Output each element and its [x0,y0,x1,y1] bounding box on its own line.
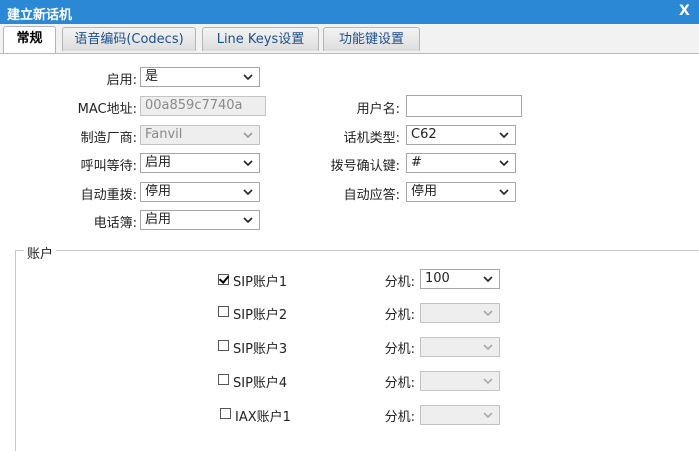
chevron-down-icon [243,156,253,170]
username-input[interactable] [406,95,522,117]
general-tab-content: 启用: 是 MAC地址: 00a859c7740a 用户名: 制造厂商: Fan… [0,54,699,451]
auto-redial-label: 自动重拨: [80,188,137,203]
sip-account-4-label: SIP账户4 [233,376,288,391]
phone-model-value: C62 [411,127,437,142]
tab-bar: 常规 语音编码(Codecs) Line Keys设置 功能键设置 [0,24,699,54]
sip-account-2-label: SIP账户2 [233,308,288,323]
iax-account-1-extension-select [420,405,500,425]
auto-redial-select[interactable]: 停用 [140,182,260,202]
chevron-down-icon [483,408,493,422]
vendor-label: 制造厂商: [80,131,137,146]
auto-answer-value: 停用 [411,184,438,199]
phone-model-select[interactable]: C62 [406,125,516,145]
iax-account-1-checkbox[interactable] [220,408,231,419]
sip-account-1-extension-select[interactable]: 100 [420,269,500,289]
chevron-down-icon [243,128,253,142]
call-waiting-value: 启用 [145,155,172,170]
sip-account-1-checkbox[interactable] [218,274,229,285]
mac-label: MAC地址: [77,102,137,117]
ext-label: 分机: [384,342,415,357]
ext-label: 分机: [384,410,415,425]
accounts-legend: 账户 [24,243,57,262]
ext-label: 分机: [384,308,415,323]
phonebook-value: 启用 [145,212,172,227]
chevron-down-icon [243,70,253,84]
phonebook-select[interactable]: 启用 [140,210,260,230]
tab-general[interactable]: 常规 [3,26,56,53]
call-waiting-label: 呼叫等待: [80,159,137,174]
chevron-down-icon [243,185,253,199]
sip-account-3-extension-select [420,337,500,357]
chevron-down-icon [483,374,493,388]
sip-account-4-checkbox[interactable] [218,374,229,385]
dial-confirm-key-select[interactable]: # [406,153,516,173]
sip-account-2-extension-select [420,303,500,323]
dial-confirm-key-value: # [411,155,422,170]
enable-select[interactable]: 是 [140,67,260,87]
chevron-down-icon [499,128,509,142]
auto-answer-label: 自动应答: [343,188,400,203]
vendor-value: Fanvil [145,127,183,142]
tab-line-keys[interactable]: Line Keys设置 [202,27,319,51]
chevron-down-icon [483,340,493,354]
chevron-down-icon [499,185,509,199]
call-waiting-select[interactable]: 启用 [140,153,260,173]
enable-value: 是 [145,69,159,84]
phone-model-label: 话机类型: [343,131,400,146]
tab-function-keys[interactable]: 功能键设置 [323,27,420,51]
sip-account-1-label: SIP账户1 [233,275,288,290]
ext-label: 分机: [384,275,415,290]
phonebook-label: 电话簿: [93,216,137,231]
vendor-select: Fanvil [140,125,260,145]
dialog-title: 建立新话机 [7,8,73,23]
username-label: 用户名: [356,102,400,117]
enable-label: 启用: [106,73,137,88]
tab-codecs[interactable]: 语音编码(Codecs) [62,27,196,51]
iax-account-1-label: IAX账户1 [235,410,291,425]
sip-account-2-checkbox[interactable] [218,306,229,317]
chevron-down-icon [499,156,509,170]
ext-label: 分机: [384,376,415,391]
auto-redial-value: 停用 [145,184,172,199]
dial-confirm-key-label: 拨号确认键: [330,159,400,174]
close-icon[interactable]: X [679,3,690,19]
chevron-down-icon [483,272,493,286]
chevron-down-icon [483,306,493,320]
accounts-fieldset [15,250,699,451]
chevron-down-icon [243,213,253,227]
sip-account-3-checkbox[interactable] [218,340,229,351]
sip-account-1-extension-value: 100 [425,271,450,286]
mac-value: 00a859c7740a [145,98,243,113]
new-phone-dialog: 建立新话机 X 常规 语音编码(Codecs) Line Keys设置 功能键设… [0,0,699,451]
sip-account-3-label: SIP账户3 [233,342,288,357]
auto-answer-select[interactable]: 停用 [406,182,516,202]
mac-field: 00a859c7740a [140,96,266,116]
dialog-titlebar: 建立新话机 X [0,0,699,24]
sip-account-4-extension-select [420,371,500,391]
